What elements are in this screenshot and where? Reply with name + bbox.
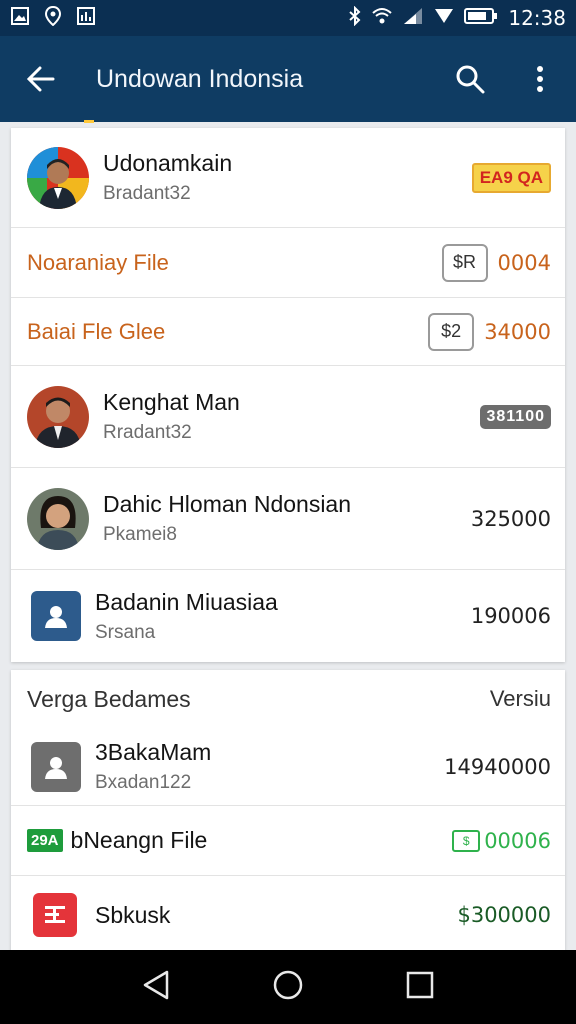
search-icon [456, 65, 485, 94]
file-row-label: Baiai Fle Glee [27, 318, 166, 344]
list-item-value: 00006 [484, 828, 551, 853]
file-row-label: Noaraniay File [27, 249, 169, 275]
person-icon [31, 741, 81, 792]
section-action[interactable]: Versiu [490, 686, 551, 712]
file-row[interactable]: Baiai Fle Glee $2 34000 [11, 298, 565, 366]
system-nav-bar [0, 950, 576, 1024]
file-row-value: 0004 [497, 250, 551, 275]
list-item[interactable]: 3BakaMam Bxadan122 14940000 [11, 728, 565, 806]
home-nav-button[interactable] [273, 970, 303, 1005]
list-item-name: Kenghat Man [103, 389, 240, 415]
status-badge: EA9 QA [471, 162, 551, 193]
recents-nav-button[interactable] [406, 971, 434, 1004]
profile-subtitle: Bradant32 [103, 183, 191, 204]
page-title: Undowan Indonsia [96, 64, 304, 93]
back-nav-button[interactable] [142, 970, 170, 1005]
data-signal-icon [434, 7, 454, 30]
list-item-value: 190006 [470, 604, 551, 628]
gallery-notification-icon [76, 6, 96, 31]
file-type-badge: 29A [27, 829, 63, 852]
list-item[interactable]: Dahic Hloman Ndonsian Pkamei8 325000 [11, 468, 565, 570]
list-item-name: Sbkusk [95, 901, 171, 928]
list-item[interactable]: Sbkusk $300000 [11, 876, 565, 954]
wifi-icon [372, 7, 393, 30]
profile-row[interactable]: Udonamkain Bradant32 EA9 QA [11, 128, 565, 228]
arrow-back-icon [27, 66, 55, 92]
section-title: Verga Bedames [27, 685, 191, 712]
list-item-subtitle: Pkamei8 [103, 524, 177, 545]
file-row-value: 34000 [484, 319, 551, 344]
file-row-chip[interactable]: $R [441, 243, 488, 282]
list-item-subtitle: Bxadan122 [95, 772, 192, 793]
app-bar: Undowan Indonsia [0, 36, 576, 122]
search-button[interactable] [448, 57, 492, 101]
file-row[interactable]: Noaraniay File $R 0004 [11, 228, 565, 298]
section-card: Verga Bedames Versiu 3BakaMam Bxadan122 … [11, 670, 565, 954]
amount-badge: 381100 [480, 404, 551, 429]
square-recents-icon [407, 971, 434, 998]
list-item[interactable]: Badanin Miuasiaa Srsana 190006 [11, 570, 565, 662]
app-icon [33, 893, 77, 937]
triangle-back-icon [143, 970, 168, 999]
status-time: 12:38 [508, 6, 566, 30]
overflow-menu-button[interactable] [518, 57, 562, 101]
list-item-value: 325000 [470, 506, 551, 531]
profile-name: Udonamkain [103, 150, 233, 176]
cell-signal-icon [402, 7, 424, 30]
image-notification-icon [10, 6, 30, 31]
list-item-name: 3BakaMam [95, 739, 212, 765]
back-button[interactable] [14, 52, 68, 106]
list-item-subtitle: Rradant32 [103, 422, 192, 443]
list-item[interactable]: Kenghat Man Rradant32 381100 [11, 366, 565, 468]
file-row-chip[interactable]: $2 [428, 312, 475, 351]
section-header: Verga Bedames Versiu [11, 670, 565, 728]
accounts-card: Udonamkain Bradant32 EA9 QA Noaraniay Fi… [11, 128, 565, 662]
circle-home-icon [273, 970, 303, 999]
more-vert-icon [537, 66, 543, 92]
list-item-name: Badanin Miuasiaa [95, 588, 278, 615]
list-item-name: bNeangn File [70, 827, 208, 853]
bluetooth-icon [348, 5, 362, 31]
list-item-value: $300000 [457, 903, 551, 927]
location-icon [44, 5, 62, 31]
avatar [27, 385, 89, 448]
status-bar: 12:38 [0, 0, 576, 36]
tab-indicator [84, 120, 94, 123]
list-item[interactable]: 29A bNeangn File $ 00006 [11, 806, 565, 876]
avatar [27, 146, 89, 209]
account-icon [31, 591, 81, 641]
list-item-subtitle: Srsana [95, 621, 156, 643]
list-item-name: Dahic Hloman Ndonsian [103, 491, 352, 517]
money-icon: $ [452, 829, 481, 852]
list-item-value: 14940000 [444, 754, 551, 779]
battery-icon [464, 7, 498, 30]
avatar [27, 487, 89, 550]
